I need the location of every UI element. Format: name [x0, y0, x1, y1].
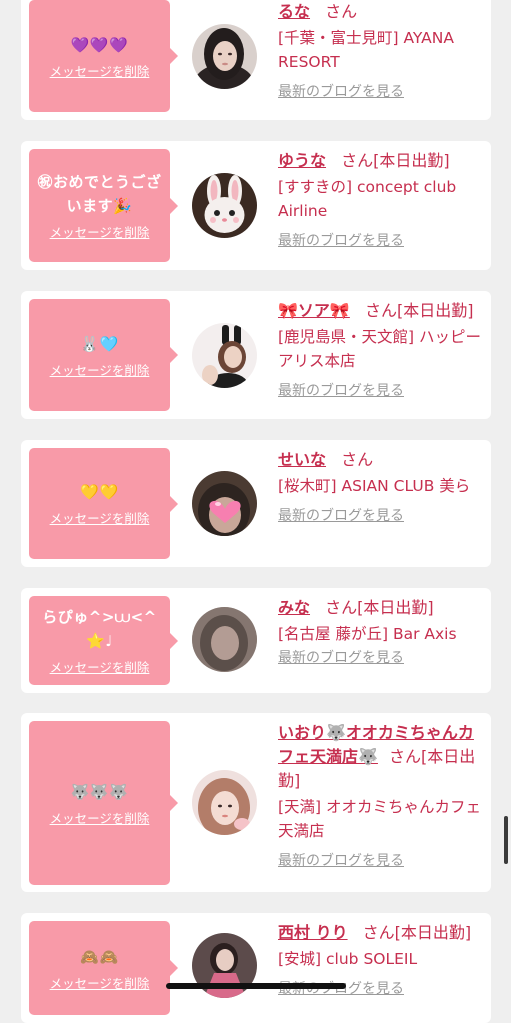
- girl-name-link[interactable]: ゆうな: [278, 151, 326, 170]
- avatar[interactable]: [192, 770, 257, 835]
- store-name: [天満] オオカミちゃんカフェ天満店: [278, 798, 482, 840]
- latest-blog-link[interactable]: 最新のブログを見る: [278, 648, 404, 668]
- delete-message-link[interactable]: メッセージを削除: [50, 508, 150, 527]
- message-bubble: 🐰🩵 メッセージを削除: [29, 299, 178, 411]
- message-card: らぴゅ^>⩊<^⭐️♩ メッセージを削除 みな さん[本日出勤] [名古屋 藤が…: [21, 588, 491, 693]
- latest-blog-link[interactable]: 最新のブログを見る: [278, 506, 404, 526]
- girl-name-suffix: さん[本日出勤]: [362, 923, 472, 942]
- message-bubble: らぴゅ^>⩊<^⭐️♩ メッセージを削除: [29, 596, 178, 685]
- store-name: [桜木町] ASIAN CLUB 美ら: [278, 477, 471, 495]
- girl-name-link[interactable]: みな: [278, 598, 310, 617]
- message-text: 💜💜💜: [70, 35, 129, 54]
- message-bubble: 🙈🙈 メッセージを削除: [29, 921, 178, 1015]
- message-bubble: 💜💜💜 メッセージを削除: [29, 0, 178, 112]
- girl-name-suffix: さん[本日出勤]: [364, 301, 474, 320]
- girl-name-link[interactable]: 🎀ソア🎀: [278, 301, 350, 320]
- girl-name-suffix: さん[本日出勤]: [325, 598, 434, 617]
- delete-message-link[interactable]: メッセージを削除: [50, 973, 150, 992]
- message-card: 🐰🩵 メッセージを削除 🎀ソア🎀 さん[本日出勤] [鹿児島県・天文館] ハッピ…: [21, 291, 491, 419]
- delete-message-link[interactable]: メッセージを削除: [50, 360, 150, 379]
- latest-blog-link[interactable]: 最新のブログを見る: [278, 851, 404, 871]
- message-text: 🙈🙈: [80, 947, 119, 966]
- delete-message-link[interactable]: メッセージを削除: [50, 657, 150, 676]
- girl-name-link[interactable]: るな: [278, 2, 310, 21]
- message-card: ㊗おめでとうございます🎉 メッセージを削除 ゆうな さん[本日出勤] [すすきの…: [21, 141, 491, 270]
- avatar[interactable]: [192, 173, 257, 238]
- girl-info: ゆうな さん[本日出勤] [すすきの] concept club Airline…: [278, 149, 488, 251]
- message-text: ㊗おめでとうございます🎉: [37, 173, 162, 215]
- message-card: 🐺🐺🐺 メッセージを削除 いおり🐺オオカミちゃんカフェ天満店🐺 さん[本日出勤]…: [21, 713, 491, 892]
- latest-blog-link[interactable]: 最新のブログを見る: [278, 381, 404, 401]
- delete-message-link[interactable]: メッセージを削除: [50, 222, 150, 241]
- girl-info: るな さん [千葉・富士見町] AYANA RESORT 最新のブログを見る: [278, 0, 488, 102]
- store-name: [すすきの] concept club Airline: [278, 178, 457, 220]
- avatar[interactable]: [192, 471, 257, 536]
- girl-info: みな さん[本日出勤] [名古屋 藤が丘] Bar Axis 最新のブログを見る: [278, 596, 488, 668]
- latest-blog-link[interactable]: 最新のブログを見る: [278, 82, 404, 102]
- girl-name-suffix: さん: [325, 2, 358, 21]
- message-text: 💛💛: [80, 483, 119, 501]
- avatar[interactable]: [192, 24, 257, 89]
- store-name: [安城] club SOLEIL: [278, 950, 418, 968]
- girl-name-link[interactable]: 西村 りり: [278, 923, 348, 942]
- store-name: [千葉・富士見町] AYANA RESORT: [278, 29, 454, 71]
- latest-blog-link[interactable]: 最新のブログを見る: [278, 979, 404, 999]
- message-card: 💜💜💜 メッセージを削除 るな さん [千葉・富士見町] AYANA RESOR…: [21, 0, 491, 120]
- message-text: らぴゅ^>⩊<^⭐️♩: [42, 608, 157, 650]
- delete-message-link[interactable]: メッセージを削除: [50, 808, 150, 827]
- home-indicator[interactable]: [166, 983, 346, 989]
- message-card: 🙈🙈 メッセージを削除 西村 りり さん[本日出勤] [安城] club SOL…: [21, 913, 491, 1023]
- message-card: 💛💛 メッセージを削除 せいな さん [桜木町] ASIAN CLUB 美ら 最…: [21, 440, 491, 567]
- girl-name-suffix: さん[本日出勤]: [341, 151, 450, 170]
- girl-info: せいな さん [桜木町] ASIAN CLUB 美ら 最新のブログを見る: [278, 448, 488, 526]
- avatar[interactable]: [192, 607, 257, 672]
- girl-name-suffix: さん: [341, 450, 374, 469]
- message-bubble: 💛💛 メッセージを削除: [29, 448, 178, 559]
- store-name: [名古屋 藤が丘] Bar Axis: [278, 625, 457, 643]
- avatar[interactable]: [192, 323, 257, 388]
- girl-info: いおり🐺オオカミちゃんカフェ天満店🐺 さん[本日出勤] [天満] オオカミちゃん…: [278, 721, 488, 871]
- message-bubble: 🐺🐺🐺 メッセージを削除: [29, 721, 178, 885]
- store-name: [鹿児島県・天文館] ハッピーアリス本店: [278, 328, 482, 370]
- delete-message-link[interactable]: メッセージを削除: [50, 61, 150, 80]
- message-text: 🐰🩵: [80, 334, 119, 353]
- message-text: 🐺🐺🐺: [70, 782, 129, 801]
- girl-name-link[interactable]: せいな: [278, 450, 326, 469]
- latest-blog-link[interactable]: 最新のブログを見る: [278, 231, 404, 251]
- scrollbar[interactable]: [504, 816, 508, 864]
- message-bubble: ㊗おめでとうございます🎉 メッセージを削除: [29, 149, 178, 262]
- girl-info: 🎀ソア🎀 さん[本日出勤] [鹿児島県・天文館] ハッピーアリス本店 最新のブロ…: [278, 299, 488, 401]
